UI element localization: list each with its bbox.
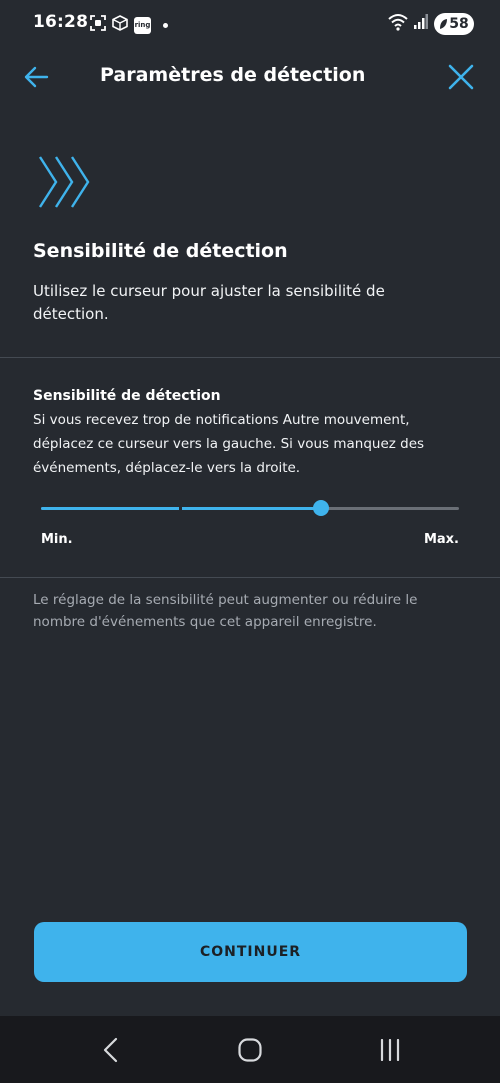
nav-recents-icon bbox=[380, 1039, 400, 1061]
ring-app-label: ring bbox=[134, 21, 151, 29]
continue-button[interactable]: CONTINUER bbox=[34, 922, 467, 982]
status-icons-right: 58 bbox=[388, 13, 474, 35]
close-icon bbox=[448, 64, 474, 90]
footnote: Le réglage de la sensibilité peut augmen… bbox=[33, 592, 418, 630]
close-button[interactable] bbox=[444, 60, 478, 94]
screenshot-icon bbox=[90, 15, 106, 35]
ring-app-icon: ring bbox=[134, 16, 151, 34]
status-bar: 16:28 ring 58 bbox=[0, 0, 500, 48]
battery-level: 58 bbox=[449, 16, 469, 32]
arrow-left-icon bbox=[24, 66, 49, 88]
battery-saver-leaf-icon bbox=[440, 19, 448, 29]
slider-step-notch bbox=[179, 506, 183, 511]
chevrons-right-icon bbox=[36, 155, 96, 213]
wifi-icon bbox=[388, 13, 408, 35]
back-button[interactable] bbox=[18, 60, 54, 94]
divider bbox=[0, 577, 500, 578]
status-time: 16:28 bbox=[33, 12, 89, 32]
nav-recents-button[interactable] bbox=[370, 1030, 410, 1070]
slider-min-label: Min. bbox=[41, 532, 73, 547]
sensitivity-slider[interactable] bbox=[41, 497, 459, 519]
nav-back-button[interactable] bbox=[91, 1030, 131, 1070]
divider bbox=[0, 357, 500, 358]
sensitivity-description: Si vous recevez trop de notifications Au… bbox=[33, 412, 425, 476]
notification-dot-icon bbox=[163, 22, 168, 28]
status-icons-left: ring bbox=[90, 15, 168, 35]
nav-home-button[interactable] bbox=[230, 1030, 270, 1070]
section-title: Sensibilité de détection bbox=[33, 240, 288, 262]
section-description: Utilisez le curseur pour ajuster la sens… bbox=[33, 282, 385, 323]
nav-home-icon bbox=[238, 1038, 262, 1062]
nav-back-icon bbox=[103, 1037, 118, 1063]
sensitivity-label: Sensibilité de détection bbox=[33, 388, 221, 404]
package-icon bbox=[112, 15, 128, 35]
system-nav-bar bbox=[0, 1016, 500, 1083]
slider-max-label: Max. bbox=[423, 532, 459, 547]
header: Paramètres de détection bbox=[0, 48, 500, 106]
slider-thumb[interactable] bbox=[313, 500, 330, 516]
page-title: Paramètres de détection bbox=[100, 64, 366, 86]
battery-icon: 58 bbox=[434, 13, 474, 35]
signal-icon bbox=[414, 14, 428, 34]
